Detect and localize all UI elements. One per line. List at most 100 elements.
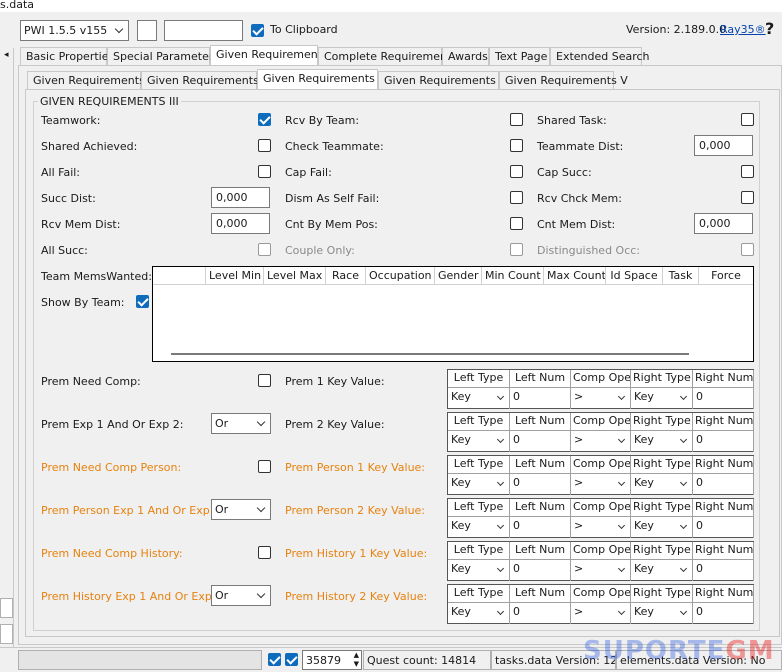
tab-given-requirements[interactable]: Given Requirements <box>210 45 328 66</box>
kv-cell[interactable]: Key <box>448 560 510 581</box>
teamwork-checkbox[interactable] <box>258 113 271 126</box>
tab-special-parameters[interactable]: Special Parameters <box>107 47 219 66</box>
check-teammate-checkbox[interactable] <box>510 139 523 152</box>
kv-cell[interactable]: Key <box>448 431 510 452</box>
version-select[interactable]: PWI 1.5.5 v155 <box>20 20 129 41</box>
kv-cell[interactable]: 0 <box>510 517 571 538</box>
prem-need-comp-checkbox[interactable] <box>258 374 271 387</box>
prem-need-comp-checkbox[interactable] <box>258 460 271 473</box>
kv-cell[interactable]: 0 <box>693 517 754 538</box>
left-gutter-box-2[interactable] <box>0 624 13 644</box>
cap-succ-checkbox[interactable] <box>741 165 754 178</box>
grid-header-level-max[interactable]: Level Max <box>264 267 326 285</box>
all-succ-checkbox[interactable] <box>258 243 271 256</box>
kv-cell[interactable]: 0 <box>693 431 754 452</box>
kv-cell[interactable]: Key <box>631 517 693 538</box>
kv-cell[interactable]: Key <box>631 474 693 495</box>
succ-dist-input[interactable]: 0,000 <box>211 187 270 208</box>
prem-need-comp-checkbox[interactable] <box>258 546 271 559</box>
kv-cell[interactable]: 0 <box>510 431 571 452</box>
subtab-given-req-3[interactable]: Given Requirements III <box>257 69 388 90</box>
grid-header-gender[interactable]: Gender <box>435 267 482 285</box>
grid-header-force[interactable]: Force <box>699 267 753 285</box>
prem-left-label: Prem Person Exp 1 And Or Exp 2: <box>41 504 224 517</box>
prem-andor-select[interactable]: Or <box>211 413 271 434</box>
kv-cell[interactable]: 0 <box>510 603 571 624</box>
teammate-dist-input[interactable]: 0,000 <box>694 135 753 156</box>
tab-extended-search[interactable]: Extended Search <box>550 47 650 66</box>
tab-basic-properties[interactable]: Basic Properties <box>20 47 114 66</box>
grid-header-task[interactable]: Task <box>663 267 699 285</box>
help-icon[interactable]: ? <box>765 19 774 38</box>
prem-key-value-table[interactable]: Left Type Left Num Comp Oper Right Type Righ… <box>447 584 754 624</box>
grid-header-id-space[interactable]: Id Space <box>606 267 663 285</box>
kv-cell[interactable]: 0 <box>510 388 571 409</box>
dism-as-self-fail-checkbox[interactable] <box>510 191 523 204</box>
prem-key-value-table[interactable]: Left Type Left Num Comp Oper Right Type Righ… <box>447 369 754 409</box>
grid-header-occupation[interactable]: Occupation <box>366 267 435 285</box>
cnt-by-mem-pos-checkbox[interactable] <box>510 217 523 230</box>
spinner-arrows-icon[interactable]: ▲ ▼ <box>354 651 359 669</box>
kv-cell[interactable]: > <box>571 603 631 624</box>
kv-cell[interactable]: Key <box>448 474 510 495</box>
kv-cell[interactable]: 0 <box>693 560 754 581</box>
grid-header-max-count[interactable]: Max Count <box>544 267 606 285</box>
left-gutter-box-1[interactable] <box>0 598 13 618</box>
status-checkbox-1[interactable] <box>268 653 281 666</box>
kv-cell[interactable]: 0 <box>693 474 754 495</box>
prem-andor-select[interactable]: Or <box>211 585 271 606</box>
grid-header-race[interactable]: Race <box>326 267 366 285</box>
subtab-given-req-2[interactable]: Given Requirements II <box>141 71 269 90</box>
to-clipboard-checkbox[interactable] <box>251 24 264 37</box>
kv-cell[interactable]: > <box>571 388 631 409</box>
quest-id-spinner[interactable]: 35879 ▲ ▼ <box>302 650 362 670</box>
cnt-mem-dist-input[interactable]: 0,000 <box>694 213 753 234</box>
subtab-given-req-5[interactable]: Given Requirements V <box>499 71 628 90</box>
kv-cell[interactable]: Key <box>448 388 510 409</box>
grid-horizontal-scrollbar[interactable] <box>171 353 689 355</box>
grid-header-min-count[interactable]: Min Count <box>482 267 544 285</box>
cap-fail-checkbox[interactable] <box>510 165 523 178</box>
kv-cell[interactable]: Key <box>631 560 693 581</box>
tab-complete-requirements[interactable]: Complete Requirements <box>318 47 457 66</box>
tab-awards[interactable]: Awards <box>442 47 489 66</box>
color-box[interactable] <box>137 20 157 41</box>
kv-cell[interactable]: > <box>571 560 631 581</box>
kv-cell[interactable]: Key <box>631 603 693 624</box>
tab-text-page[interactable]: Text Page <box>489 47 550 66</box>
couple-only-label: Couple Only: <box>285 244 355 257</box>
author-link[interactable]: Ray35® <box>720 23 766 36</box>
kv-cell[interactable]: > <box>571 474 631 495</box>
rcv-mem-dist-input[interactable]: 0,000 <box>211 213 270 234</box>
shared-achieved-checkbox[interactable] <box>258 139 271 152</box>
prem-andor-select[interactable]: Or <box>211 499 271 520</box>
status-checkbox-2[interactable] <box>285 653 298 666</box>
prem-key-value-table[interactable]: Left Type Left Num Comp Oper Right Type Righ… <box>447 455 754 495</box>
kv-cell[interactable]: 0 <box>693 388 754 409</box>
prem-key-value-table[interactable]: Left Type Left Num Comp Oper Right Type Righ… <box>447 541 754 581</box>
all-fail-checkbox[interactable] <box>258 165 271 178</box>
kv-cell[interactable]: Key <box>631 388 693 409</box>
kv-cell[interactable]: Key <box>448 603 510 624</box>
kv-cell[interactable]: > <box>571 431 631 452</box>
prem-key-value-table[interactable]: Left Type Left Num Comp Oper Right Type Righ… <box>447 412 754 452</box>
subtab-given-req-1[interactable]: Given Requirements I <box>27 71 152 90</box>
rcv-chck-mem-checkbox[interactable] <box>741 191 754 204</box>
kv-cell[interactable]: > <box>571 517 631 538</box>
prem-key-value-table[interactable]: Left Type Left Num Comp Oper Right Type Righ… <box>447 498 754 538</box>
couple-only-checkbox[interactable] <box>510 243 523 256</box>
shared-task-checkbox[interactable] <box>741 113 754 126</box>
grid-header-level-min[interactable]: Level Min <box>206 267 264 285</box>
kv-cell[interactable]: Key <box>631 431 693 452</box>
search-input[interactable] <box>164 20 243 41</box>
left-arrow-icon[interactable]: ◂ <box>4 50 9 60</box>
distinguished-occ-checkbox[interactable] <box>741 243 754 256</box>
kv-cell[interactable]: Key <box>448 517 510 538</box>
rcv-by-team-checkbox[interactable] <box>510 113 523 126</box>
kv-cell[interactable]: 0 <box>510 474 571 495</box>
show-by-team-checkbox[interactable] <box>136 295 149 308</box>
team-members-grid[interactable]: Level Min Level Max Race Occupation Gend… <box>152 266 754 362</box>
kv-cell[interactable]: 0 <box>693 603 754 624</box>
subtab-given-req-4[interactable]: Given Requirements IV <box>378 71 510 90</box>
kv-cell[interactable]: 0 <box>510 560 571 581</box>
